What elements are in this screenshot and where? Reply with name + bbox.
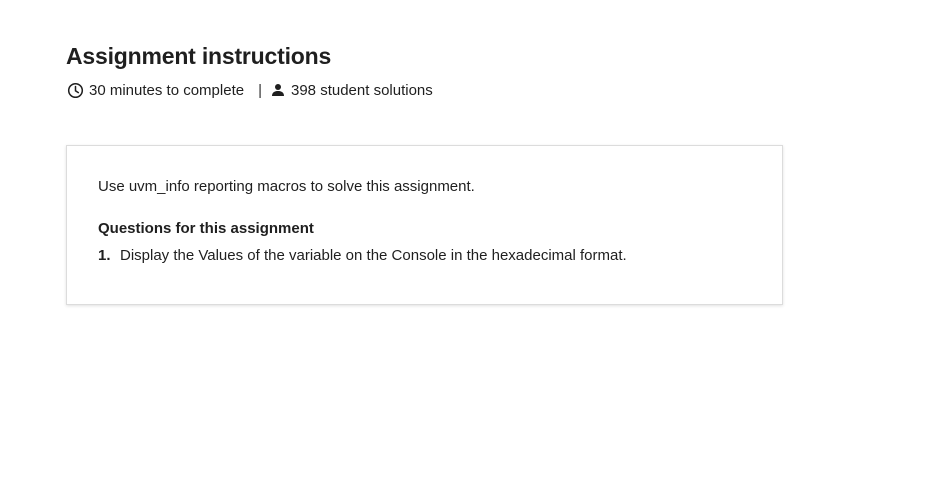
solutions-link[interactable]: 398 student solutions — [291, 82, 433, 99]
assignment-page: Assignment instructions 30 minutes to co… — [0, 0, 942, 492]
questions-heading: Questions for this assignment — [98, 220, 314, 237]
question-text: Display the Values of the variable on th… — [120, 247, 627, 264]
person-icon — [271, 81, 285, 99]
page-title: Assignment instructions — [66, 43, 332, 69]
clock-icon — [66, 81, 84, 99]
instructions-intro: Use uvm_info reporting macros to solve t… — [98, 178, 475, 195]
question-number: 1. — [98, 247, 111, 264]
questions-list: 1. Display the Values of the variable on… — [98, 247, 627, 264]
duration-text: 30 minutes to complete — [89, 81, 245, 99]
instructions-card: Use uvm_info reporting macros to solve t… — [66, 145, 783, 305]
assignment-meta: 30 minutes to complete | 398 student sol… — [66, 80, 433, 100]
question-item: 1. Display the Values of the variable on… — [98, 247, 627, 264]
meta-separator: | — [258, 81, 262, 99]
